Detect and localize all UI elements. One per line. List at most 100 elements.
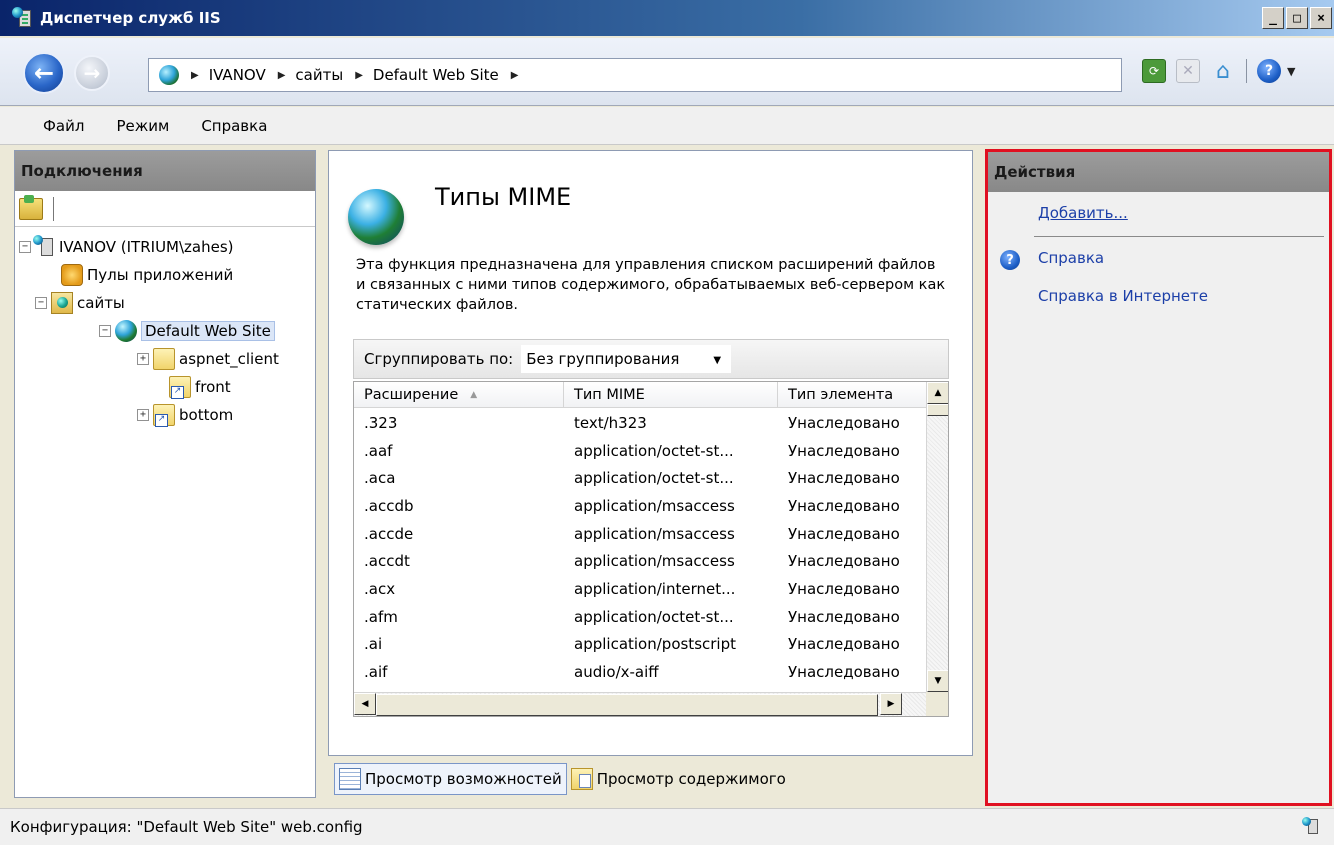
connections-pane: Подключения − IVANOV (ITRIUM\zahes) Пулы… [14, 150, 316, 798]
collapse-icon[interactable]: − [99, 325, 111, 337]
window-title: Диспетчер служб IIS [40, 9, 221, 27]
column-header-entry-type[interactable]: Тип элемента [778, 382, 926, 408]
home-icon[interactable]: ⌂ [1210, 58, 1236, 84]
add-link[interactable]: Добавить... [1038, 204, 1128, 222]
table-row[interactable]: .323 text/h323 Унаследовано [354, 409, 926, 437]
collapse-icon[interactable]: − [35, 297, 47, 309]
connections-header: Подключения [15, 151, 315, 191]
minimize-button[interactable]: _ [1262, 7, 1284, 29]
feature-panel: Типы MIME Эта функция предназначена для … [328, 150, 973, 756]
tree-item-server[interactable]: − IVANOV (ITRIUM\zahes) [19, 233, 234, 261]
table-row[interactable]: .accde application/msaccess Унаследовано [354, 520, 926, 548]
breadcrumb-site[interactable]: Default Web Site [373, 66, 499, 84]
stop-icon[interactable]: ✕ [1176, 59, 1200, 83]
virtual-dir-icon [153, 404, 175, 427]
table-row[interactable]: .aif audio/x-aiff Унаследовано [354, 658, 926, 686]
horizontal-scrollbar[interactable]: ◀ ▶ [354, 692, 926, 716]
mime-types-table: Расширение ▲ Тип MIME Тип элемента .323 t… [353, 381, 949, 717]
refresh-icon[interactable]: ⟳ [1142, 59, 1166, 83]
column-header-mime-type[interactable]: Тип MIME [564, 382, 778, 408]
forward-button[interactable]: → [74, 55, 110, 91]
tree-item-bottom[interactable]: + bottom [137, 401, 233, 429]
actions-pane: Действия Добавить... ? Справка Справка в… [985, 149, 1332, 806]
actions-separator [1034, 236, 1324, 237]
scroll-right-icon[interactable]: ▶ [880, 693, 902, 715]
page-title: Типы MIME [435, 183, 572, 211]
globe-icon [159, 65, 179, 85]
breadcrumb-sites[interactable]: сайты [295, 66, 343, 84]
close-button[interactable]: × [1310, 7, 1332, 29]
tree-item-label: IVANOV (ITRIUM\zahes) [59, 238, 234, 256]
tree-item-default-web-site[interactable]: − Default Web Site [99, 317, 275, 345]
collapse-icon[interactable]: − [19, 241, 31, 253]
actions-header: Действия [988, 152, 1329, 192]
chevron-down-icon[interactable]: ▼ [1287, 65, 1295, 78]
tree-item-label: aspnet_client [179, 350, 279, 368]
menu-bar: Файл Режим Справка [0, 107, 1334, 145]
scroll-thumb[interactable] [927, 404, 948, 416]
table-row[interactable]: .aaf application/octet-st... Унаследовано [354, 437, 926, 465]
tree-item-aspnet-client[interactable]: + aspnet_client [137, 345, 279, 373]
window-controls: _ □ × [1262, 7, 1332, 29]
virtual-dir-icon [169, 376, 191, 399]
help-link[interactable]: Справка [1038, 249, 1104, 267]
table-row[interactable]: .afm application/octet-st... Унаследовано [354, 603, 926, 631]
menu-view[interactable]: Режим [116, 117, 169, 135]
status-text: Конфигурация: "Default Web Site" web.con… [10, 818, 363, 836]
back-button[interactable]: ← [23, 52, 65, 94]
scroll-left-icon[interactable]: ◀ [354, 693, 376, 715]
expand-icon[interactable]: + [137, 409, 149, 421]
chevron-right-icon[interactable]: ▶ [191, 70, 199, 81]
toolbar: ⟳ ✕ ⌂ ? ▼ [1142, 58, 1295, 84]
forward-arrow-icon: → [83, 61, 101, 85]
table-row[interactable]: .accdb application/msaccess Унаследовано [354, 492, 926, 520]
chevron-right-icon[interactable]: ▶ [511, 70, 519, 81]
chevron-down-icon[interactable]: ▼ [708, 351, 727, 369]
group-by-select[interactable]: Без группирования ▼ [521, 345, 732, 373]
status-bar: Конфигурация: "Default Web Site" web.con… [0, 808, 1334, 845]
menu-file[interactable]: Файл [43, 117, 84, 135]
scroll-down-icon[interactable]: ▼ [927, 670, 948, 692]
address-bar[interactable]: ▶ IVANOV ▶ сайты ▶ Default Web Site ▶ [148, 58, 1122, 92]
back-arrow-icon: ← [33, 59, 55, 87]
toolbar-separator [1246, 59, 1247, 83]
table-header: Расширение ▲ Тип MIME Тип элемента [354, 382, 926, 408]
scroll-thumb[interactable] [376, 694, 878, 716]
scroll-up-icon[interactable]: ▲ [927, 382, 948, 404]
group-by-label: Сгруппировать по: [364, 350, 514, 368]
tree-item-label: Default Web Site [141, 321, 275, 341]
create-connection-icon[interactable] [19, 194, 43, 220]
globe-icon [115, 320, 137, 342]
tree-item-app-pools[interactable]: Пулы приложений [57, 261, 233, 289]
connections-tree: − IVANOV (ITRIUM\zahes) Пулы приложений … [15, 227, 315, 787]
content-view-icon [570, 768, 593, 790]
app-pool-icon [61, 264, 83, 286]
menu-help[interactable]: Справка [201, 117, 267, 135]
group-by-bar: Сгруппировать по: Без группирования ▼ [353, 339, 949, 379]
content-view-button[interactable]: Просмотр содержимого [567, 763, 790, 795]
tree-item-front[interactable]: front [165, 373, 231, 401]
table-row[interactable]: .accdt application/msaccess Унаследовано [354, 547, 926, 575]
features-view-icon [339, 768, 361, 790]
tree-item-label: Пулы приложений [87, 266, 234, 284]
tree-item-sites[interactable]: − сайты [35, 289, 125, 317]
help-icon[interactable]: ? [1257, 59, 1281, 83]
iis-manager-icon [12, 7, 34, 29]
online-help-link[interactable]: Справка в Интернете [1038, 287, 1208, 305]
table-row[interactable]: .aca application/octet-st... Унаследовано [354, 464, 926, 492]
connections-toolbar [15, 191, 315, 227]
table-row[interactable]: .acx application/internet... Унаследовано [354, 575, 926, 603]
chevron-right-icon[interactable]: ▶ [278, 70, 286, 81]
server-icon [33, 235, 53, 256]
features-view-button[interactable]: Просмотр возможностей [334, 763, 567, 795]
tree-item-label: front [195, 378, 231, 396]
expand-icon[interactable]: + [137, 353, 149, 365]
table-row[interactable]: .ai application/postscript Унаследовано [354, 631, 926, 659]
column-header-extension[interactable]: Расширение ▲ [354, 382, 564, 408]
maximize-button[interactable]: □ [1286, 7, 1308, 29]
tree-item-label: bottom [179, 406, 234, 424]
chevron-right-icon[interactable]: ▶ [355, 70, 363, 81]
vertical-scrollbar[interactable]: ▲ ▼ [926, 382, 948, 692]
breadcrumb-server[interactable]: IVANOV [209, 66, 266, 84]
server-status-icon [1302, 817, 1324, 837]
